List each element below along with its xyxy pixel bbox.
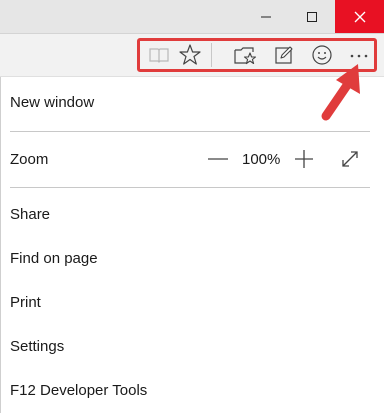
menu-item-print[interactable]: Print xyxy=(10,294,41,312)
maximize-button[interactable] xyxy=(289,0,335,33)
menu-item-find-on-page[interactable]: Find on page xyxy=(10,250,98,268)
title-bar xyxy=(0,0,384,34)
minimize-icon xyxy=(261,16,271,17)
maximize-icon xyxy=(307,11,317,22)
zoom-level-value: 100% xyxy=(242,151,281,168)
close-icon xyxy=(354,11,365,22)
menu-item-f12-developer-tools[interactable]: F12 Developer Tools xyxy=(10,382,147,400)
minimize-button[interactable] xyxy=(243,0,289,33)
menu-divider xyxy=(10,187,370,188)
zoom-in-icon[interactable] xyxy=(293,148,315,170)
menu-divider xyxy=(10,131,370,132)
zoom-out-icon[interactable] xyxy=(206,150,230,168)
menu-item-settings[interactable]: Settings xyxy=(10,338,64,356)
fullscreen-icon[interactable] xyxy=(339,148,361,170)
menu-item-new-window[interactable]: New window xyxy=(10,94,94,112)
zoom-label: Zoom xyxy=(10,151,49,168)
menu-item-share[interactable]: Share xyxy=(10,206,50,224)
annotation-arrow xyxy=(321,64,360,121)
left-border xyxy=(0,77,1,413)
close-button[interactable] xyxy=(335,0,384,33)
